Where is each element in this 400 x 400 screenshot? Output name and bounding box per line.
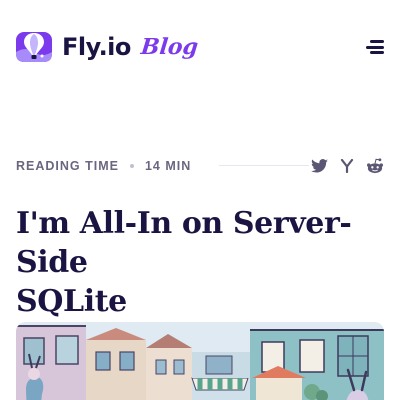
reading-time-value: 14 MIN xyxy=(144,159,192,173)
menu-bar-middle xyxy=(366,45,384,49)
menu-bar-top xyxy=(370,40,384,43)
meta-divider xyxy=(219,165,309,166)
reading-time-label: READING TIME xyxy=(16,159,119,173)
site-logo[interactable]: Fly.io Blog xyxy=(16,30,200,64)
hero-illustration xyxy=(16,322,384,400)
twitter-icon[interactable] xyxy=(311,157,328,175)
hacker-news-icon[interactable] xyxy=(340,157,354,175)
brand-name: Fly.io xyxy=(62,33,131,61)
article-meta: READING TIME 14 MIN xyxy=(16,157,384,175)
meta-separator-dot xyxy=(129,164,134,168)
article-title-line-1: I'm All-In on Server-Side xyxy=(16,206,352,280)
site-header: Fly.io Blog xyxy=(0,0,400,100)
street-scene-illustration xyxy=(16,322,384,400)
reddit-icon[interactable] xyxy=(366,157,384,175)
share-links xyxy=(299,157,384,175)
fly-balloon-logo-icon xyxy=(16,32,52,62)
blog-section-label: Blog xyxy=(139,34,200,60)
article-title-line-2: SQLite xyxy=(16,284,127,319)
menu-bar-bottom xyxy=(370,51,384,54)
hamburger-menu-icon[interactable] xyxy=(366,38,384,56)
article-title: I'm All-In on Server-Side SQLite xyxy=(16,204,386,321)
